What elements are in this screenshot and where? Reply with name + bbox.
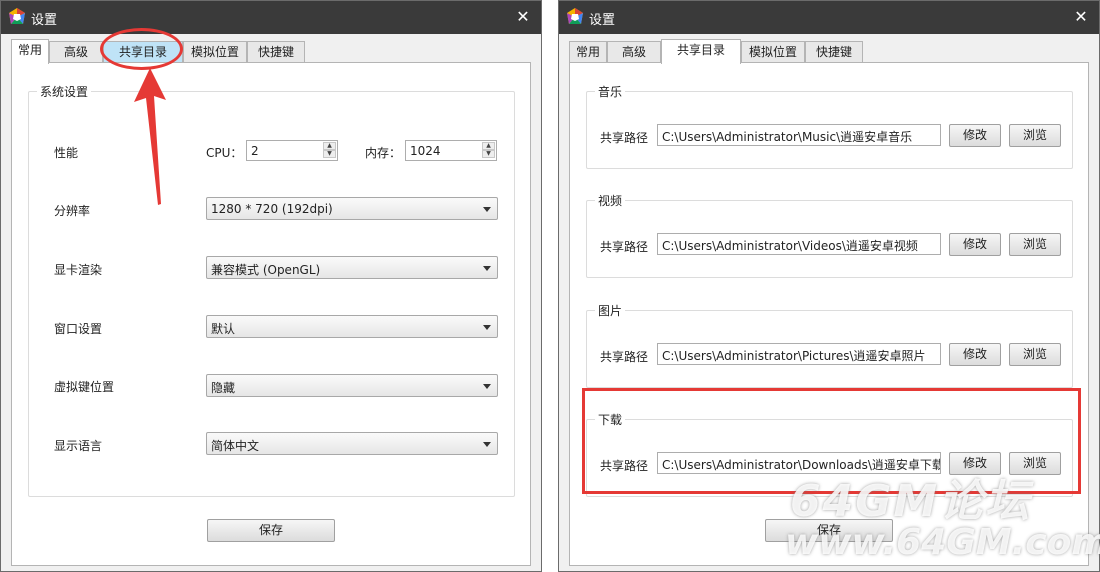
memory-label: 内存： xyxy=(365,146,402,160)
watermark-url: www.64GM.com xyxy=(785,522,1100,563)
spin-up-icon[interactable]: ▲ xyxy=(482,142,495,150)
chevron-down-icon xyxy=(483,384,491,389)
group-title: 图片 xyxy=(595,302,626,319)
group-title: 视频 xyxy=(595,192,626,209)
title-bar: 设置 ✕ xyxy=(559,1,1099,34)
cpu-label: CPU： xyxy=(206,146,243,160)
language-label: 显示语言 xyxy=(54,439,103,453)
gpu-render-label: 显卡渲染 xyxy=(54,263,103,277)
spin-down-icon[interactable]: ▼ xyxy=(482,150,495,158)
virtual-keys-select[interactable]: 隐藏 xyxy=(206,374,498,397)
group-title: 音乐 xyxy=(595,83,626,100)
annotation-arrow-icon xyxy=(134,68,166,205)
chevron-down-icon xyxy=(483,442,491,447)
group-title: 系统设置 xyxy=(37,83,92,100)
window-title: 设置 xyxy=(589,13,616,28)
gpu-render-select[interactable]: 兼容模式 (OpenGL) xyxy=(206,256,498,279)
video-modify-button[interactable]: 修改 xyxy=(949,233,1001,256)
title-bar: 设置 ✕ xyxy=(1,1,541,34)
language-value: 简体中文 xyxy=(211,439,260,453)
window-setting-select[interactable]: 默认 xyxy=(206,315,498,338)
chevron-down-icon xyxy=(483,266,491,271)
chevron-down-icon xyxy=(483,325,491,330)
resolution-select[interactable]: 1280 * 720 (192dpi) xyxy=(206,197,498,220)
video-browse-button[interactable]: 浏览 xyxy=(1009,233,1061,256)
pictures-path-input[interactable]: C:\Users\Administrator\Pictures\逍遥安卓照片 xyxy=(657,343,941,365)
resolution-value: 1280 * 720 (192dpi) xyxy=(211,202,333,216)
spin-up-icon[interactable]: ▲ xyxy=(323,142,336,150)
app-logo-icon xyxy=(9,8,25,24)
window-title: 设置 xyxy=(31,13,58,28)
tab-location[interactable]: 模拟位置 xyxy=(183,41,247,63)
gpu-render-value: 兼容模式 (OpenGL) xyxy=(211,263,321,277)
resolution-label: 分辨率 xyxy=(54,204,91,218)
music-modify-button[interactable]: 修改 xyxy=(949,124,1001,147)
tab-shared-dirs[interactable]: 共享目录 xyxy=(661,39,741,64)
language-select[interactable]: 简体中文 xyxy=(206,432,498,455)
tab-general[interactable]: 常用 xyxy=(11,39,49,64)
spin-down-icon[interactable]: ▼ xyxy=(323,150,336,158)
video-path-input[interactable]: C:\Users\Administrator\Videos\逍遥安卓视频 xyxy=(657,233,941,255)
pictures-browse-button[interactable]: 浏览 xyxy=(1009,343,1061,366)
tab-shortcuts[interactable]: 快捷键 xyxy=(805,41,863,63)
window-setting-value: 默认 xyxy=(211,322,236,336)
tab-shortcuts[interactable]: 快捷键 xyxy=(247,41,305,63)
tab-general[interactable]: 常用 xyxy=(569,41,607,63)
performance-label: 性能 xyxy=(54,146,79,160)
virtual-keys-value: 隐藏 xyxy=(211,381,236,395)
virtual-keys-label: 虚拟键位置 xyxy=(54,380,115,394)
chevron-down-icon xyxy=(483,207,491,212)
tab-location[interactable]: 模拟位置 xyxy=(741,41,805,63)
tab-advanced[interactable]: 高级 xyxy=(607,41,661,63)
cpu-value: 2 xyxy=(251,144,259,158)
music-browse-button[interactable]: 浏览 xyxy=(1009,124,1061,147)
save-button[interactable]: 保存 xyxy=(207,519,335,542)
share-path-label: 共享路径 xyxy=(600,131,649,145)
music-path-input[interactable]: C:\Users\Administrator\Music\逍遥安卓音乐 xyxy=(657,124,941,146)
share-path-label: 共享路径 xyxy=(600,350,649,364)
close-button[interactable]: ✕ xyxy=(511,5,535,29)
share-path-label: 共享路径 xyxy=(600,240,649,254)
app-logo-icon xyxy=(567,8,583,24)
memory-spinbox[interactable]: 1024 ▲ ▼ xyxy=(405,140,497,161)
tab-advanced[interactable]: 高级 xyxy=(49,41,103,63)
cpu-spinbox[interactable]: 2 ▲ ▼ xyxy=(246,140,338,161)
close-button[interactable]: ✕ xyxy=(1069,5,1093,29)
memory-value: 1024 xyxy=(410,144,441,158)
pictures-modify-button[interactable]: 修改 xyxy=(949,343,1001,366)
general-panel: 系统设置 性能 CPU： 2 ▲ ▼ 内存： 1024 ▲ ▼ 分辨率 1280 *… xyxy=(11,62,531,566)
settings-dialog-general: 设置 ✕ 常用 高级 共享目录 模拟位置 快捷键 系统设置 性能 CPU： 2 … xyxy=(0,0,542,572)
highlight-ellipse xyxy=(100,28,183,70)
window-setting-label: 窗口设置 xyxy=(54,322,103,336)
watermark-logo: 64GM论坛 xyxy=(790,476,1032,527)
